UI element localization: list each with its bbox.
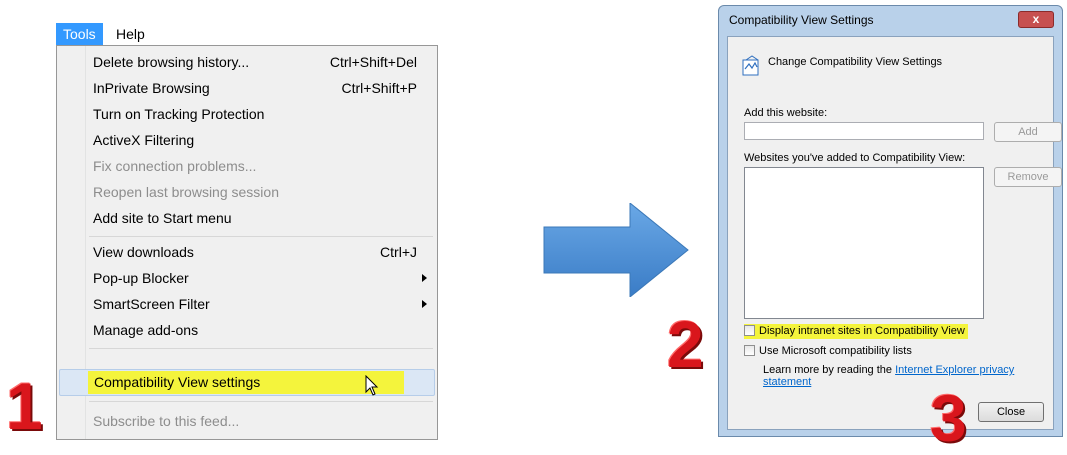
checkbox-icon <box>744 325 755 336</box>
menu-item-label: SmartScreen Filter <box>93 296 210 312</box>
menu-item-label: View downloads <box>93 244 194 260</box>
menu-item-label: Manage add-ons <box>93 322 199 338</box>
checkbox-label: Display intranet sites in Compatibility … <box>759 325 965 337</box>
menu-separator <box>89 236 433 237</box>
submenu-arrow-icon <box>422 274 427 282</box>
menu-tools[interactable]: Tools <box>56 23 103 45</box>
tools-dropdown-menu: Delete browsing history... Ctrl+Shift+De… <box>56 45 438 440</box>
compatibility-page-icon <box>742 55 759 76</box>
menu-item-label: InPrivate Browsing <box>93 80 210 96</box>
compatibility-view-dialog: Compatibility View Settings x Change Com… <box>718 5 1063 437</box>
remove-button[interactable]: Remove <box>994 167 1062 187</box>
learn-more-text: Learn more by reading the Internet Explo… <box>763 364 1053 388</box>
menu-item-delete-history[interactable]: Delete browsing history... Ctrl+Shift+De… <box>57 49 437 75</box>
menu-item-label: Pop-up Blocker <box>93 270 189 286</box>
checkbox-label: Use Microsoft compatibility lists <box>759 345 912 357</box>
menu-item-compatibility-view-settings[interactable]: Compatibility View settings <box>59 369 435 396</box>
mouse-pointer-icon <box>365 375 379 396</box>
menu-item-shortcut: Ctrl+Shift+P <box>341 80 417 96</box>
ms-compat-lists-checkbox[interactable]: Use Microsoft compatibility lists <box>744 344 912 359</box>
add-button[interactable]: Add <box>994 122 1062 142</box>
menu-bar: Tools Help <box>56 23 438 45</box>
menu-item-reopen-session: Reopen last browsing session <box>57 179 437 205</box>
menu-item-label: Add site to Start menu <box>93 210 232 226</box>
checkbox-icon <box>744 345 755 356</box>
add-website-label: Add this website: <box>744 107 828 119</box>
close-icon[interactable]: x <box>1018 11 1054 28</box>
menu-separator <box>89 401 433 402</box>
submenu-arrow-icon <box>422 300 427 308</box>
websites-list-label: Websites you've added to Compatibility V… <box>744 152 966 164</box>
menu-item-subscribe-feed: Subscribe to this feed... <box>57 408 437 434</box>
dialog-title: Compatibility View Settings <box>729 13 874 27</box>
menu-item-add-to-start[interactable]: Add site to Start menu <box>57 205 437 231</box>
dialog-body: Change Compatibility View Settings Add t… <box>727 36 1062 430</box>
menu-item-inprivate[interactable]: InPrivate Browsing Ctrl+Shift+P <box>57 75 437 101</box>
menu-item-shortcut: Ctrl+J <box>380 244 417 260</box>
menu-help[interactable]: Help <box>109 23 152 45</box>
menu-item-manage-addons[interactable]: Manage add-ons <box>57 317 437 343</box>
step-number-3: 3 <box>930 381 967 455</box>
step-number-1: 1 <box>6 369 43 443</box>
menu-item-fix-connection: Fix connection problems... <box>57 153 437 179</box>
menu-item-label: Delete browsing history... <box>93 54 250 70</box>
menu-item-label: Subscribe to this feed... <box>93 413 240 429</box>
menu-item-label: Reopen last browsing session <box>93 184 279 200</box>
menu-item-label: Fix connection problems... <box>93 158 257 174</box>
dialog-header-text: Change Compatibility View Settings <box>768 56 943 68</box>
menu-separator <box>89 348 433 349</box>
close-button[interactable]: Close <box>978 402 1044 422</box>
menu-item-label: ActiveX Filtering <box>93 132 195 148</box>
menu-item-label: Compatibility View settings <box>94 374 261 390</box>
menu-item-smartscreen[interactable]: SmartScreen Filter <box>57 291 437 317</box>
menu-item-label: Turn on Tracking Protection <box>93 106 265 122</box>
menu-item-popup-blocker[interactable]: Pop-up Blocker <box>57 265 437 291</box>
websites-list[interactable] <box>744 167 984 319</box>
intranet-compat-checkbox[interactable]: Display intranet sites in Compatibility … <box>744 324 968 339</box>
learn-more-prefix: Learn more by reading the <box>763 364 896 376</box>
menu-item-view-downloads[interactable]: View downloads Ctrl+J <box>57 239 437 265</box>
menu-item-shortcut: Ctrl+Shift+Del <box>329 54 417 70</box>
step-number-2: 2 <box>667 307 704 381</box>
add-website-input[interactable] <box>744 122 984 140</box>
menu-item-tracking-protection[interactable]: Turn on Tracking Protection <box>57 101 437 127</box>
menu-item-activex-filtering[interactable]: ActiveX Filtering <box>57 127 437 153</box>
right-arrow-icon <box>543 203 689 297</box>
